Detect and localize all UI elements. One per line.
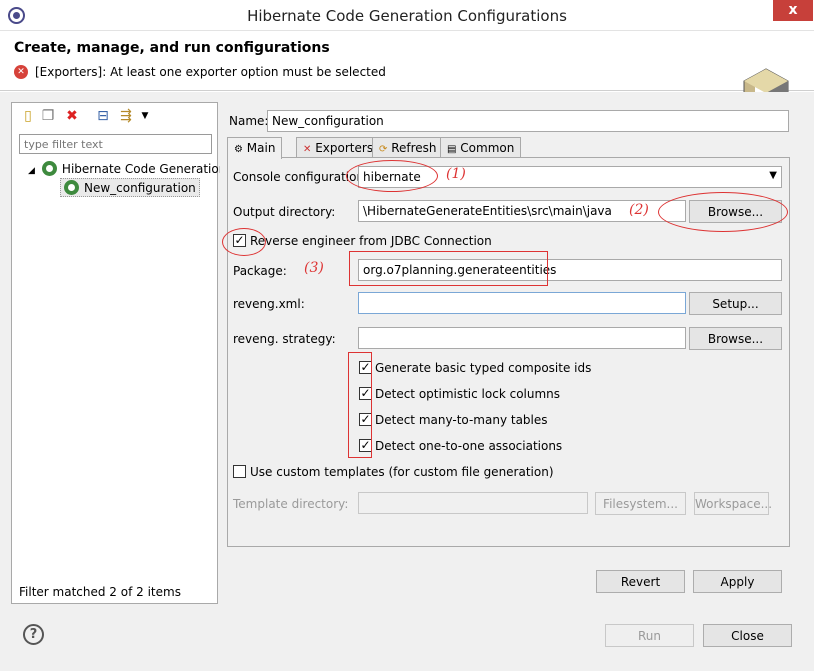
apply-button[interactable]: Apply [693,570,782,593]
common-tab-icon: ▤ [447,144,457,155]
title-bar: Hibernate Code Generation Configurations… [0,0,814,31]
filesystem-button: Filesystem... [595,492,686,515]
name-field[interactable]: New_configuration [267,110,789,132]
main-tab-icon: ⚙ [234,144,243,155]
error-icon: ✕ [14,65,28,79]
run-button: Run [605,624,694,647]
close-button[interactable]: Close [703,624,792,647]
hibernate-config-icon [64,180,79,195]
revert-button[interactable]: Revert [596,570,685,593]
reveng-strategy-field[interactable] [358,327,686,349]
filter-icon[interactable]: ⇶ [118,108,134,124]
annotation-ellipse-console [346,160,438,192]
tree-collapse-icon[interactable]: ◢ [28,166,35,176]
filter-input[interactable] [19,134,212,154]
tab-common[interactable]: ▤ Common [440,137,522,158]
annotation-mark-1: (1) [446,166,466,182]
dropdown-icon[interactable]: ▼ [137,108,153,124]
annotation-ellipse-browse [658,192,788,232]
workspace-button: Workspace... [694,492,772,515]
tree-item-new-configuration[interactable]: New_configuration [60,178,200,197]
dialog-header: Create, manage, and run configurations ✕… [0,31,814,118]
tree-item-hibernate-code-generation[interactable]: ◢ Hibernate Code Generation [28,161,226,176]
collapse-all-icon[interactable]: ⊟ [95,108,111,124]
tab-main[interactable]: ⚙ Main [227,137,283,159]
duplicate-icon[interactable]: ❐ [40,108,56,124]
filter-status: Filter matched 2 of 2 items [19,585,181,599]
tab-exporters[interactable]: ✕ Exporters [296,137,381,158]
strategy-browse-button[interactable]: Browse... [689,327,782,350]
exporters-tab-icon: ✕ [303,144,312,155]
window-title: Hibernate Code Generation Configurations [247,7,567,25]
annotation-mark-3: (3) [304,260,324,276]
refresh-tab-icon: ⟳ [379,144,388,155]
optimistic-lock-label: Detect optimistic lock columns [375,387,561,401]
output-dir-label: Output directory: [233,205,336,219]
template-dir-field [358,492,588,514]
tree-child-label: New_configuration [84,181,196,195]
reverse-engineer-label: Reverse engineer from JDBC Connection [250,234,492,248]
new-config-icon[interactable]: ▯ [20,108,36,124]
tree-root-label: Hibernate Code Generation [61,162,227,176]
composite-ids-label: Generate basic typed composite ids [375,361,592,375]
name-label: Name: [229,114,269,128]
reveng-xml-field[interactable] [358,292,686,314]
custom-templates-checkbox[interactable] [233,465,246,478]
annotation-ellipse-reverse [222,228,266,256]
header-title: Create, manage, and run configurations [14,40,330,56]
many-to-many-label: Detect many-to-many tables [375,413,548,427]
annotation-rect-options [348,352,372,458]
reveng-xml-label: reveng.xml: [233,297,305,311]
error-message: [Exporters]: At least one exporter optio… [35,65,386,79]
custom-templates-label: Use custom templates (for custom file ge… [250,465,554,479]
delete-icon[interactable]: ✖ [64,108,80,124]
annotation-mark-2: (2) [629,202,649,218]
tab-refresh[interactable]: ⟳ Refresh [372,137,444,158]
annotation-rect-package [349,251,548,286]
setup-button[interactable]: Setup... [689,292,782,315]
hibernate-config-icon [41,161,57,176]
help-icon[interactable]: ? [23,624,44,645]
reveng-strategy-label: reveng. strategy: [233,332,336,346]
template-dir-label: Template directory: [233,497,349,511]
chevron-down-icon: ▼ [769,170,777,181]
one-to-one-label: Detect one-to-one associations [375,439,563,453]
close-window-button[interactable]: x [773,0,813,21]
package-label: Package: [233,264,287,278]
